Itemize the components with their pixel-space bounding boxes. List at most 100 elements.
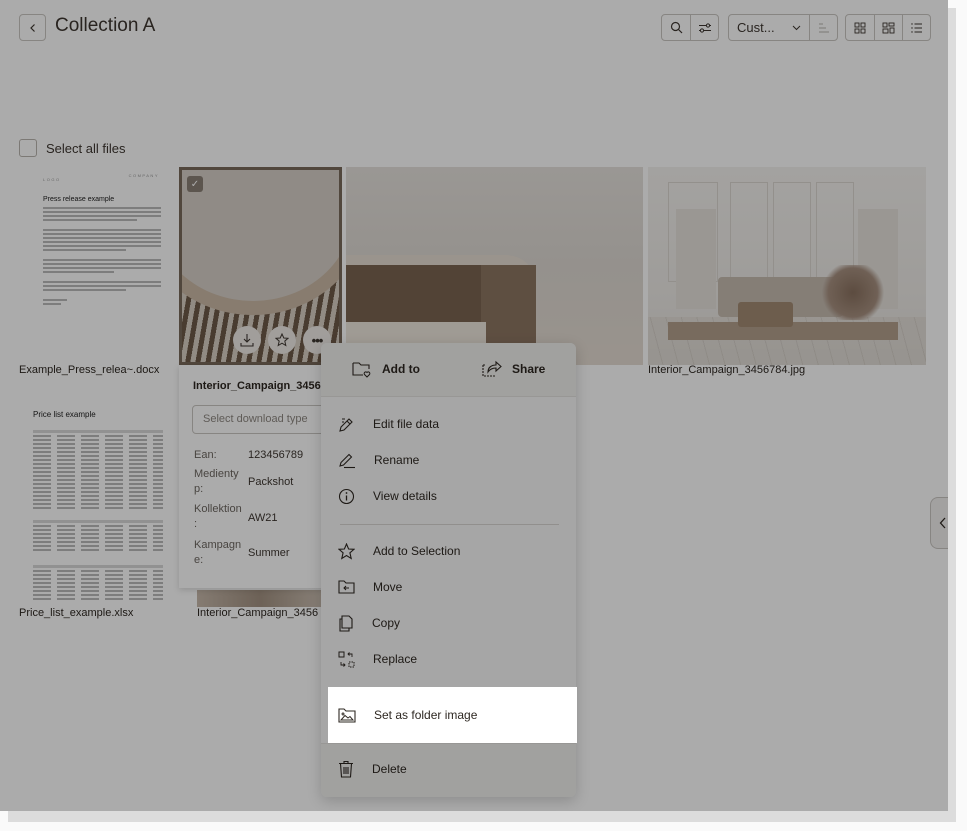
doc-preview-company: COMPANY [128, 173, 159, 178]
menu-item-delete[interactable]: Delete [321, 751, 576, 787]
meta-label: Medienty p: [194, 468, 239, 495]
image-content [773, 182, 811, 282]
info-icon [338, 488, 355, 504]
trash-icon [339, 760, 353, 778]
image-content [738, 302, 793, 327]
chevron-left-icon [939, 517, 945, 529]
meta-label: Ean: [194, 449, 217, 461]
meta-value: Summer [248, 547, 290, 559]
doc-preview-logo: LOGO [43, 177, 61, 182]
list-icon [910, 22, 922, 33]
view-grid-small-button[interactable] [846, 15, 874, 40]
view-toggle-group [845, 14, 931, 41]
menu-item-move[interactable]: Move [321, 569, 576, 605]
menu-item-label: Set as folder image [374, 708, 478, 722]
info-panel-title: Interior_Campaign_3456 [193, 380, 321, 392]
file-thumbnail[interactable] [648, 167, 926, 365]
side-panel-toggle[interactable] [930, 497, 948, 549]
menu-item-add-to-selection[interactable]: Add to Selection [321, 533, 576, 569]
replace-icon [338, 651, 355, 667]
add-to-label: Add to [382, 362, 420, 376]
file-thumbnail-selected[interactable]: ✓ ••• [179, 167, 342, 365]
folder-heart-icon [352, 362, 371, 378]
image-content [676, 209, 716, 309]
menu-item-edit-file-data[interactable]: Edit file data [321, 406, 576, 442]
download-icon [240, 334, 254, 347]
copy-icon [339, 614, 353, 632]
image-content [818, 265, 888, 320]
menu-item-label: Rename [374, 453, 420, 467]
pencil-icon [339, 453, 355, 468]
chevron-down-icon [792, 25, 801, 30]
sort-group: Cust... [728, 14, 838, 41]
sort-select-value: Cust... [737, 20, 775, 35]
meta-label: Kampagn e: [194, 539, 242, 566]
menu-item-copy[interactable]: Copy [321, 605, 576, 641]
xlsx-preview-table [33, 430, 163, 511]
menu-item-label: Add to Selection [373, 544, 461, 558]
menu-item-label: Delete [372, 762, 407, 776]
share-button[interactable]: Share [482, 360, 545, 378]
add-to-button[interactable]: Add to [352, 360, 420, 378]
xlsx-preview-table [33, 520, 163, 553]
app-window: Collection A Cust... Select all files LO… [0, 0, 948, 811]
star-icon [275, 333, 289, 347]
menu-item-view-details[interactable]: View details [321, 478, 576, 514]
doc-preview-title: Press release example [43, 196, 115, 203]
doc-preview-text [43, 207, 161, 307]
folder-move-icon [338, 580, 355, 594]
favorite-button[interactable] [268, 326, 296, 354]
chevron-left-icon [29, 23, 35, 32]
filter-button[interactable] [690, 15, 718, 40]
meta-value: Packshot [248, 476, 294, 488]
search-icon [670, 21, 682, 34]
file-thumbnail-xlsx[interactable]: Price list example [19, 400, 167, 605]
select-all-checkbox[interactable] [19, 139, 37, 157]
file-name[interactable]: Price_list_example.xlsx [19, 607, 133, 619]
context-menu-top-actions: Add to Share [321, 343, 576, 397]
menu-item-replace[interactable]: Replace [321, 641, 576, 677]
edit-data-icon [339, 417, 353, 432]
file-name[interactable]: Example_Press_relea~.docx [19, 364, 159, 376]
sort-order-button[interactable] [809, 15, 837, 40]
file-thumbnail[interactable] [197, 590, 322, 607]
file-info-panel: Interior_Campaign_3456 Select download t… [179, 365, 329, 588]
view-list-button[interactable] [902, 15, 930, 40]
menu-divider [340, 524, 559, 525]
meta-label: Kollektion : [194, 503, 242, 530]
sort-select[interactable]: Cust... [729, 15, 809, 40]
menu-item-label: Move [373, 580, 403, 594]
grid-icon [854, 22, 866, 33]
folder-image-icon [338, 708, 356, 723]
file-name[interactable]: Interior_Campaign_3456 [197, 607, 318, 619]
file-thumbnail[interactable] [346, 167, 643, 365]
menu-item-label: Edit file data [373, 417, 440, 431]
download-type-select[interactable]: Select download type [192, 405, 329, 434]
file-checkbox-checked[interactable]: ✓ [187, 176, 203, 192]
meta-value: AW21 [248, 512, 278, 524]
menu-item-set-as-folder-image[interactable]: Set as folder image [328, 687, 577, 743]
xlsx-preview-title: Price list example [33, 410, 96, 419]
xlsx-preview-table [33, 565, 163, 602]
page-title: Collection A [55, 15, 156, 36]
share-label: Share [512, 362, 546, 376]
file-thumbnail-docx[interactable]: LOGO COMPANY Press release example [19, 167, 167, 365]
star-icon [338, 542, 355, 560]
select-all-row[interactable]: Select all files [19, 139, 125, 157]
sliders-icon [698, 22, 711, 33]
download-button[interactable] [233, 326, 261, 354]
meta-value: 123456789 [248, 449, 304, 461]
file-name[interactable]: Interior_Campaign_3456784.jpg [648, 364, 805, 376]
select-all-label: Select all files [46, 140, 126, 156]
back-button[interactable] [19, 14, 46, 41]
image-content [730, 182, 768, 282]
menu-item-label: Copy [372, 616, 401, 630]
search-filter-group [661, 14, 719, 41]
sort-icon [818, 23, 829, 32]
view-grid-large-button[interactable] [874, 15, 902, 40]
search-button[interactable] [662, 15, 690, 40]
masonry-icon [882, 22, 895, 33]
menu-item-rename[interactable]: Rename [321, 442, 576, 478]
share-icon [482, 360, 502, 377]
menu-item-label: View details [373, 489, 437, 503]
